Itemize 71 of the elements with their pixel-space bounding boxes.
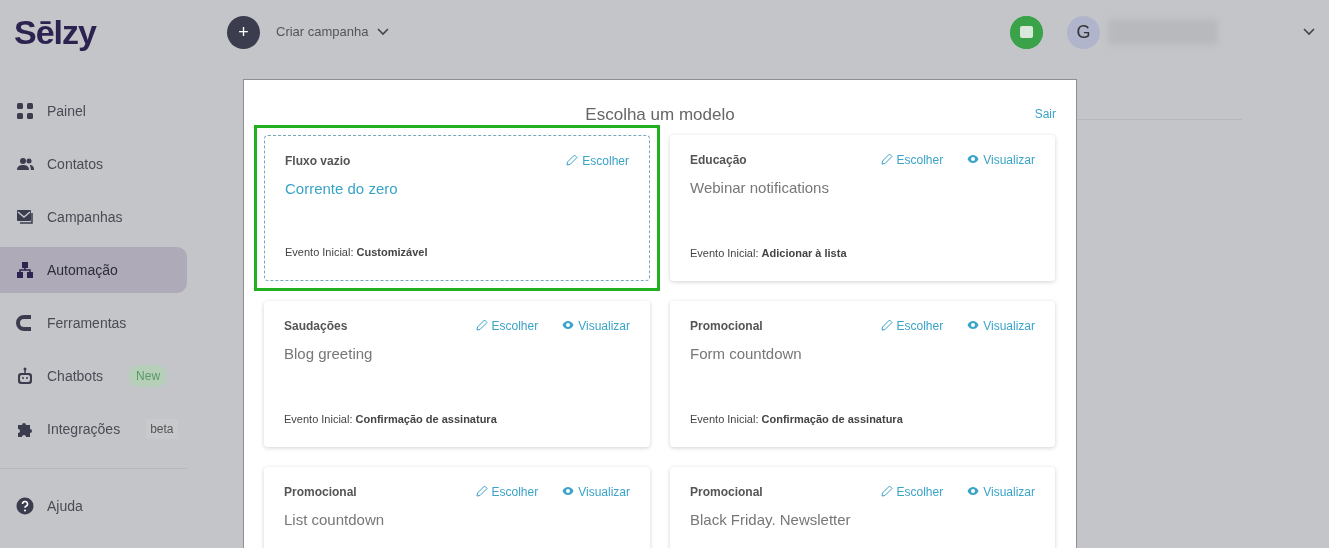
choose-link[interactable]: Escolher [880, 150, 944, 169]
choose-link[interactable]: Escolher [475, 482, 539, 501]
envelope-icon [16, 208, 34, 226]
eye-icon [562, 318, 575, 331]
people-icon [16, 155, 34, 173]
start-event-text: Evento Inicial: Confirmação de assinatura [284, 412, 497, 427]
choose-link[interactable]: Escolher [880, 482, 944, 501]
sidebar-item[interactable]: Chatbots New [0, 353, 187, 399]
eye-icon [967, 152, 980, 165]
exit-link[interactable]: Sair [1034, 105, 1056, 123]
start-event-text: Evento Inicial: Confirmação de assinatura [690, 412, 903, 427]
create-button[interactable]: + [227, 15, 260, 49]
template-category: Saudações [284, 317, 348, 335]
create-campaign-label[interactable]: Criar campanha [276, 22, 369, 42]
sidebar-item[interactable]: Ajuda [0, 483, 187, 529]
preview-link[interactable]: Visualizar [562, 482, 630, 501]
preview-link[interactable]: Visualizar [967, 150, 1035, 169]
template-category: Educação [690, 151, 747, 169]
template-name: Black Friday. Newsletter [690, 509, 852, 530]
modal-title: Escolha um modelo [585, 104, 735, 126]
pencil-icon [880, 318, 893, 331]
preview-link[interactable]: Visualizar [967, 482, 1035, 501]
template-card[interactable]: Educação Escolher Visualizar Webinar notifications Evento Inicial: Adicionar à lista [670, 134, 1055, 281]
choose-link[interactable]: Escolher [880, 316, 944, 335]
choose-link[interactable]: Escolher [475, 316, 539, 335]
template-card[interactable]: Promocional Escolher Visualizar Form countdown Evento Inicial: Confirmação de assinatura [670, 300, 1055, 447]
logo: Sēlzy [14, 11, 98, 53]
eye-icon [967, 484, 980, 497]
help-icon [16, 497, 34, 515]
preview-link[interactable]: Visualizar [967, 316, 1035, 335]
pencil-icon [566, 153, 579, 166]
template-card[interactable]: Promocional Escolher Visualizar List countdown [264, 466, 650, 548]
magnet-icon [16, 314, 34, 332]
template-name: Blog greeting [284, 343, 374, 364]
chat-icon[interactable] [1010, 15, 1043, 49]
pencil-icon [475, 484, 488, 497]
choose-link[interactable]: Escolher [566, 151, 629, 170]
robot-icon [16, 367, 34, 385]
template-name: Corrente do zero [285, 178, 399, 199]
sidebar-item[interactable]: Integrações beta [0, 406, 187, 452]
puzzle-icon [16, 420, 34, 438]
chevron-down-icon[interactable] [1303, 28, 1315, 36]
template-card[interactable]: Saudações Escolher Visualizar Blog greeting Evento Inicial: Confirmação de assinatura [264, 300, 650, 447]
chevron-down-icon[interactable] [376, 28, 389, 36]
preview-link[interactable]: Visualizar [562, 316, 630, 335]
grid-icon [16, 102, 34, 120]
sidebar-item[interactable]: Contatos [0, 141, 187, 187]
template-category: Promocional [690, 483, 763, 501]
sidebar-item[interactable]: Painel [0, 88, 187, 134]
template-category: Promocional [284, 483, 357, 501]
new-badge: New [129, 365, 168, 387]
pencil-icon [475, 318, 488, 331]
pencil-icon [880, 152, 893, 165]
template-category: Promocional [690, 317, 763, 335]
sidebar-item[interactable]: Automação [0, 247, 187, 293]
start-event-text: Evento Inicial: Customizável [285, 245, 428, 260]
template-name: Webinar notifications [690, 177, 830, 198]
avatar[interactable]: G [1067, 15, 1100, 49]
eye-icon [562, 484, 575, 497]
template-category: Fluxo vazio [285, 152, 351, 170]
template-name: List countdown [284, 509, 386, 530]
eye-icon [967, 318, 980, 331]
pencil-icon [880, 484, 893, 497]
beta-badge: beta [146, 419, 178, 439]
template-name: Form countdown [690, 343, 803, 364]
start-event-text: Evento Inicial: Adicionar à lista [690, 246, 847, 261]
template-card[interactable]: Promocional Escolher Visualizar Black Friday. Newsletter [670, 466, 1055, 548]
hierarchy-icon [16, 261, 34, 279]
sidebar-item[interactable]: Campanhas [0, 194, 187, 240]
template-card[interactable]: Fluxo vazio Escolher Corrente do zero Evento Inicial: Customizável [264, 134, 650, 281]
sidebar-item[interactable]: Ferramentas [0, 300, 187, 346]
